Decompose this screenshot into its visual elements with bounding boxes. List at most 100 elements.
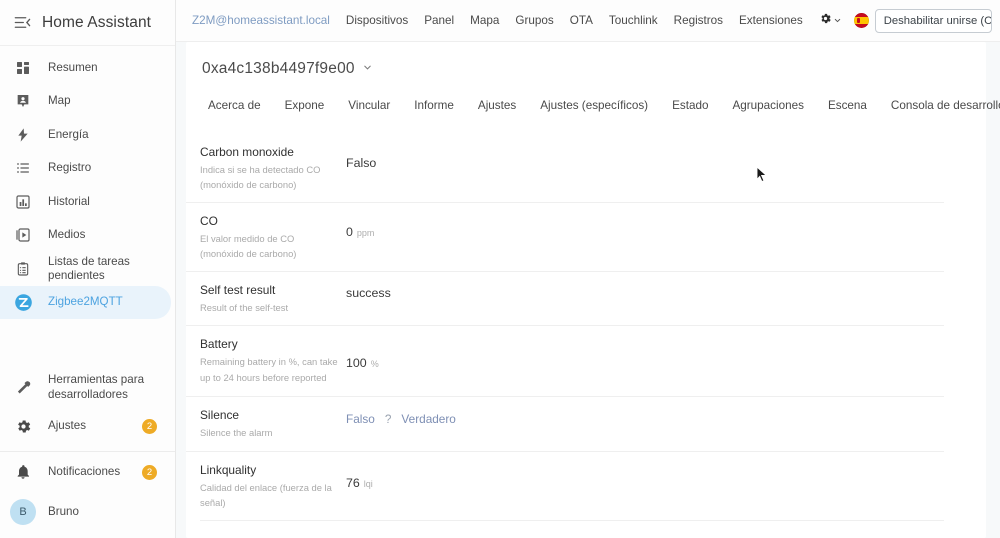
expose-value: 0 [346, 225, 353, 240]
topbar-link-registros[interactable]: Registros [666, 14, 731, 27]
sidebar-tools: Herramientas para desarrolladores Ajuste… [0, 366, 175, 448]
spain-flag-icon[interactable] [853, 13, 869, 28]
expose-value-wrap: Falso [346, 144, 376, 170]
topbar-link-mapa[interactable]: Mapa [462, 14, 507, 27]
sidebar-item-notificaciones[interactable]: Notificaciones 2 [0, 452, 171, 492]
avatar: B [10, 499, 36, 525]
sidebar-nav: Resumen Map Energía Registro Historial M… [0, 46, 175, 319]
chevron-down-icon[interactable] [362, 60, 373, 78]
sidebar-item-medios[interactable]: Medios [0, 219, 171, 253]
sidebar-item-label: Registro [48, 161, 92, 175]
expose-row: Silence Silence the alarm Falso ? Verdad… [186, 397, 944, 452]
sidebar-item-user[interactable]: B Bruno [0, 492, 171, 532]
tab-expone[interactable]: Expone [273, 99, 337, 112]
topbar-link-ota[interactable]: OTA [562, 14, 601, 27]
expose-description: El valor medido de CO (monóxido de carbo… [200, 233, 297, 260]
silence-option-false[interactable]: Falso [346, 412, 375, 426]
expose-title: Carbon monoxide [200, 145, 294, 159]
status-badge: 2 [142, 464, 157, 480]
tab-acerca-de[interactable]: Acerca de [196, 99, 273, 112]
sidebar-item-label: Zigbee2MQTT [48, 295, 123, 309]
sidebar-item-label: Listas de tareas pendientes [48, 254, 130, 282]
device-card: 0xa4c138b4497f9e00 Acerca de Expone Vinc… [186, 42, 1000, 538]
sidebar-item-zigbee2mqtt[interactable]: Zigbee2MQTT [0, 285, 171, 319]
expose-value-wrap: 0 ppm [346, 213, 374, 239]
expose-value-wrap: 76 lqi [346, 462, 373, 490]
clipboard-list-icon [12, 258, 34, 280]
app-root: Home Assistant Resumen Map Energía Regis… [0, 0, 1000, 538]
expose-label: Silence Silence the alarm [200, 407, 346, 440]
device-tabs: Acerca de Expone Vincular Informe Ajuste… [186, 90, 1000, 120]
sidebar-title: Home Assistant [42, 13, 152, 31]
tab-agrupaciones[interactable]: Agrupaciones [720, 99, 815, 112]
silence-option-true[interactable]: Verdadero [401, 412, 455, 426]
expose-unit: ppm [356, 228, 375, 239]
gear-icon [12, 415, 34, 437]
sidebar-item-ajustes[interactable]: Ajustes 2 [0, 410, 171, 444]
expose-row: Linkquality Calidad del enlace (fuerza d… [186, 452, 944, 520]
topbar-link-extensiones[interactable]: Extensiones [731, 14, 811, 27]
expose-description: Indica si se ha detectado CO (monóxido d… [200, 164, 321, 191]
topbar-link-dispositivos[interactable]: Dispositivos [338, 14, 416, 27]
sidebar-item-label: Bruno [48, 504, 79, 518]
expose-label: Carbon monoxide Indica si se ha detectad… [200, 144, 346, 192]
sidebar-item-energia[interactable]: Energía [0, 118, 171, 152]
status-badge: 2 [142, 418, 157, 434]
logbook-list-icon [12, 157, 34, 179]
expose-description: Remaining battery in %, can take up to 2… [200, 356, 338, 383]
gear-icon [819, 12, 832, 30]
expose-value-wrap: success [346, 282, 391, 300]
expose-row: CO El valor medido de CO (monóxido de ca… [186, 203, 944, 273]
sidebar-item-label: Energía [48, 127, 89, 141]
tab-ajustes[interactable]: Ajustes [466, 99, 528, 112]
tab-vincular[interactable]: Vincular [336, 99, 402, 112]
expose-row: Battery Remaining battery in %, can take… [186, 326, 944, 398]
sidebar-item-label: Historial [48, 194, 90, 208]
sidebar-item-map[interactable]: Map [0, 85, 171, 119]
topbar-link-grupos[interactable]: Grupos [507, 14, 561, 27]
tab-estado[interactable]: Estado [660, 99, 720, 112]
expose-description: Result of the self-test [200, 302, 289, 314]
expose-label: Self test result Result of the self-test [200, 282, 346, 315]
tab-informe[interactable]: Informe [402, 99, 466, 112]
expose-unit: lqi [363, 478, 373, 489]
topbar-brand-link[interactable]: Z2M@homeassistant.local [192, 14, 338, 27]
sidebar-header: Home Assistant [0, 0, 175, 46]
sidebar-item-historial[interactable]: Historial [0, 185, 171, 219]
content-wrapper: 0xa4c138b4497f9e00 Acerca de Expone Vinc… [176, 42, 1000, 538]
silence-option-unknown[interactable]: ? [385, 412, 392, 426]
topbar-settings-menu[interactable] [811, 12, 850, 30]
menu-collapse-icon[interactable] [10, 11, 34, 35]
expose-title: Self test result [200, 283, 276, 298]
expose-value: success [346, 286, 391, 301]
expose-title: Battery [200, 337, 238, 352]
sidebar: Home Assistant Resumen Map Energía Regis… [0, 0, 176, 538]
sidebar-item-registro[interactable]: Registro [0, 152, 171, 186]
topbar-link-touchlink[interactable]: Touchlink [601, 14, 666, 27]
hammer-icon [12, 377, 34, 399]
exposes-list: Carbon monoxide Indica si se ha detectad… [186, 134, 986, 521]
expose-title: CO [200, 214, 218, 229]
expose-value: 76 [346, 475, 360, 490]
tab-consola-desarrollo[interactable]: Consola de desarrollo [879, 99, 1000, 112]
list-end-divider [200, 519, 944, 521]
silence-toggle-group: Falso ? Verdadero [346, 407, 456, 426]
sidebar-item-listas-tareas[interactable]: Listas de tareas pendientes [0, 252, 171, 286]
sidebar-item-herramientas-desarrolladores[interactable]: Herramientas para desarrolladores [0, 366, 171, 410]
chevron-down-icon [833, 12, 842, 30]
expose-label: CO El valor medido de CO (monóxido de ca… [200, 213, 346, 261]
tab-escena[interactable]: Escena [816, 99, 879, 112]
topbar-link-panel[interactable]: Panel [416, 14, 462, 27]
expose-label: Linkquality Calidad del enlace (fuerza d… [200, 462, 346, 510]
device-header[interactable]: 0xa4c138b4497f9e00 [186, 42, 986, 90]
chart-bar-icon [12, 191, 34, 213]
expose-description: Silence the alarm [200, 427, 273, 439]
expose-row: Self test result Result of the self-test… [186, 272, 944, 327]
join-permit-button[interactable]: Deshabilitar unirse (Coordinator) 03:39 [876, 10, 991, 32]
sidebar-item-label: Notificaciones [48, 464, 121, 478]
sidebar-item-resumen[interactable]: Resumen [0, 51, 171, 85]
tab-ajustes-especificos[interactable]: Ajustes (específicos) [528, 99, 660, 112]
bell-icon [12, 461, 34, 483]
expose-label: Battery Remaining battery in %, can take… [200, 336, 346, 384]
